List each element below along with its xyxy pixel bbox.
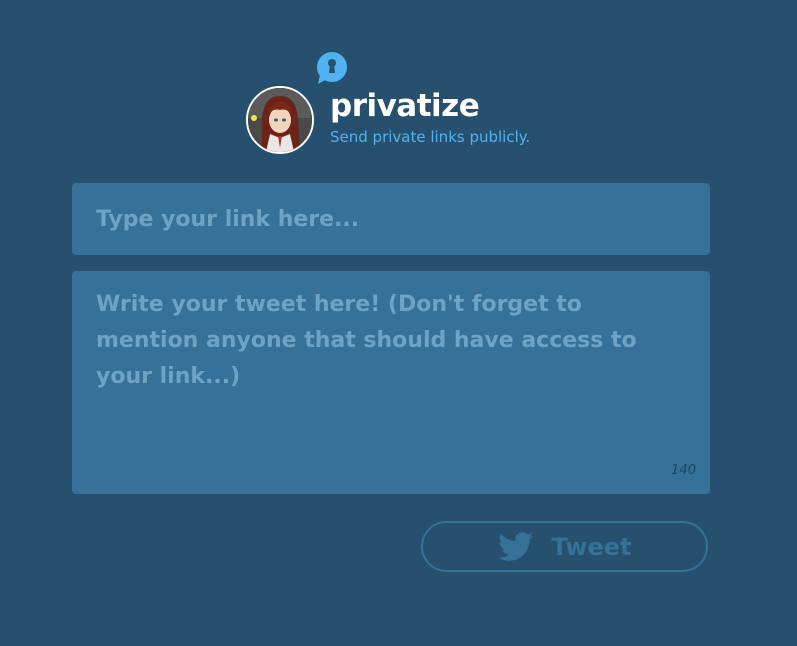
character-counter: 140 <box>671 463 696 478</box>
app-tagline: Send private links publicly. <box>330 128 531 146</box>
tweet-button-label: Tweet <box>551 532 632 561</box>
app-name: privatize <box>330 88 480 124</box>
tweet-textarea[interactable] <box>72 271 710 494</box>
user-avatar <box>246 86 314 154</box>
twitter-bird-icon <box>497 531 534 562</box>
app-header: privatize Send private links publicly. <box>246 50 566 160</box>
keyhole-lock-icon <box>314 51 348 85</box>
link-input[interactable] <box>72 183 710 255</box>
tweet-button[interactable]: Tweet <box>421 521 708 572</box>
